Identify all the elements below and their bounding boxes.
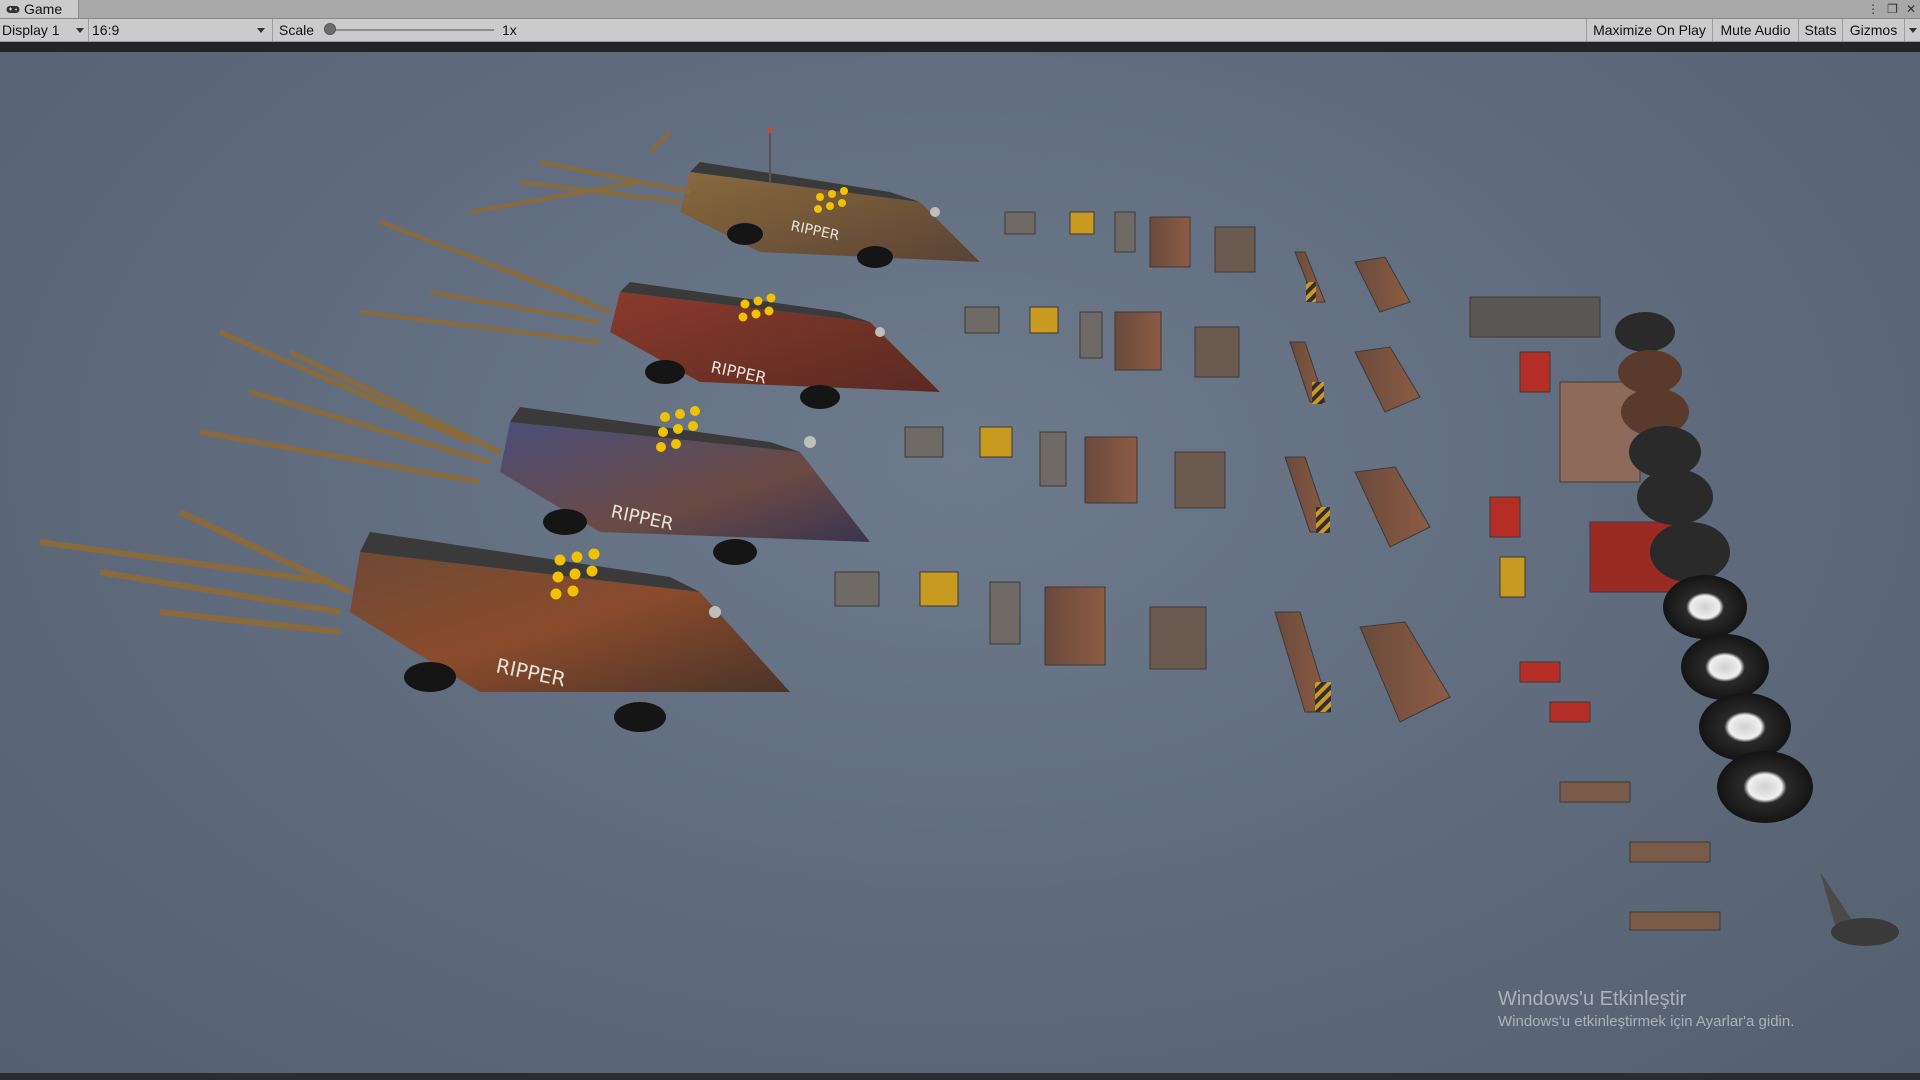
display-value: Display 1 (2, 22, 60, 38)
close-icon[interactable]: ✕ (1906, 2, 1916, 16)
scale-slider-thumb[interactable] (324, 23, 336, 35)
gizmos-button[interactable]: Gizmos (1842, 19, 1904, 41)
viewport-bottom-border (0, 1073, 1920, 1080)
chevron-down-icon (76, 28, 84, 33)
chevron-down-icon (1909, 28, 1917, 33)
button-label: Mute Audio (1720, 22, 1791, 38)
game-view-toolbar: Display 1 16:9 Scale 1x Maximize On Play… (0, 19, 1920, 42)
window-actions: ⋮ ❐ ✕ (1867, 0, 1916, 18)
scene-render: RIPPER RIPPER RIPPER RIPPER (39, 127, 1899, 946)
viewport-top-border (0, 42, 1920, 52)
display-dropdown[interactable]: Display 1 (2, 19, 88, 41)
scale-value: 1x (502, 22, 517, 38)
car-1: RIPPER (469, 127, 980, 268)
car-4: RIPPER (39, 509, 790, 732)
aspect-ratio-dropdown[interactable]: 16:9 (92, 19, 270, 41)
divider (272, 19, 273, 41)
watermark-subtitle: Windows'u etkinleştirmek için Ayarlar'a … (1498, 1013, 1795, 1030)
kebab-menu-icon[interactable]: ⋮ (1867, 2, 1879, 16)
mute-audio-button[interactable]: Mute Audio (1712, 19, 1798, 41)
parts-row-1 (1004, 211, 1411, 313)
scale-slider-track[interactable] (330, 29, 494, 31)
watermark-title: Windows'u Etkinleştir (1498, 988, 1687, 1010)
windows-activation-watermark: Windows'u Etkinleştir Windows'u etkinleş… (1498, 986, 1794, 1032)
button-label: Stats (1804, 22, 1837, 38)
parts-row-4 (834, 571, 1451, 723)
gamepad-icon (6, 5, 20, 14)
chevron-down-icon (257, 28, 265, 33)
maximize-window-icon[interactable]: ❐ (1887, 2, 1898, 16)
game-viewport[interactable]: RIPPER RIPPER RIPPER RIPPER Windows'u Et… (0, 52, 1920, 1073)
tab-game[interactable]: Game (0, 0, 80, 18)
stats-button[interactable]: Stats (1798, 19, 1842, 41)
maximize-on-play-button[interactable]: Maximize On Play (1586, 19, 1712, 41)
aspect-value: 16:9 (92, 22, 120, 38)
divider (88, 19, 89, 41)
gizmos-dropdown[interactable] (1904, 19, 1920, 41)
tab-label: Game (24, 1, 63, 17)
scale-label: Scale (279, 22, 315, 38)
parts-row-2 (964, 306, 1421, 413)
window-tab-bar: Game ⋮ ❐ ✕ (0, 0, 1920, 19)
button-label: Maximize On Play (1593, 22, 1706, 38)
parts-row-3 (904, 426, 1431, 548)
button-label: Gizmos (1849, 22, 1898, 38)
